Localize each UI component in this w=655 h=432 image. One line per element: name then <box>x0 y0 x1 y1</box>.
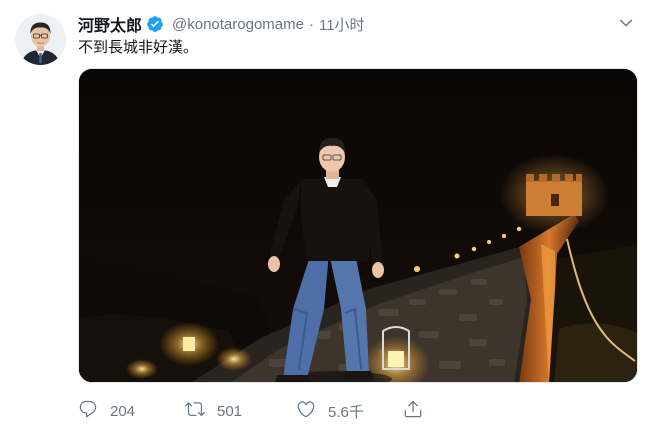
reply-icon <box>78 399 98 423</box>
tweet-photo[interactable] <box>78 68 638 383</box>
share-button[interactable] <box>403 399 423 423</box>
reply-button[interactable]: 204 <box>78 399 135 423</box>
heart-icon <box>296 399 316 423</box>
display-name[interactable]: 河野太郎 <box>78 12 142 36</box>
retweet-count: 501 <box>217 402 243 420</box>
retweet-button[interactable]: 501 <box>185 399 242 423</box>
reply-count: 204 <box>110 402 136 420</box>
like-count: 5.6千 <box>328 403 364 421</box>
like-button[interactable]: 5.6千 <box>296 399 364 423</box>
timestamp[interactable]: 11小时 <box>319 14 365 35</box>
handle[interactable]: @konotarogomame <box>172 16 304 33</box>
tweet-header: 河野太郎 @konotarogomame · 11小时 <box>78 12 365 36</box>
tweet-card[interactable]: 河野太郎 @konotarogomame · 11小时 不到長城非好漢。 204… <box>0 0 655 432</box>
share-icon <box>403 399 423 423</box>
tweet-actions: 204 501 5.6千 <box>78 398 638 424</box>
avatar[interactable] <box>15 14 66 65</box>
chevron-down-icon[interactable] <box>617 14 635 32</box>
separator-dot: · <box>308 15 314 33</box>
retweet-icon <box>185 399 205 423</box>
verified-badge-icon <box>146 15 164 33</box>
tweet-text: 不到長城非好漢。 <box>78 39 199 56</box>
